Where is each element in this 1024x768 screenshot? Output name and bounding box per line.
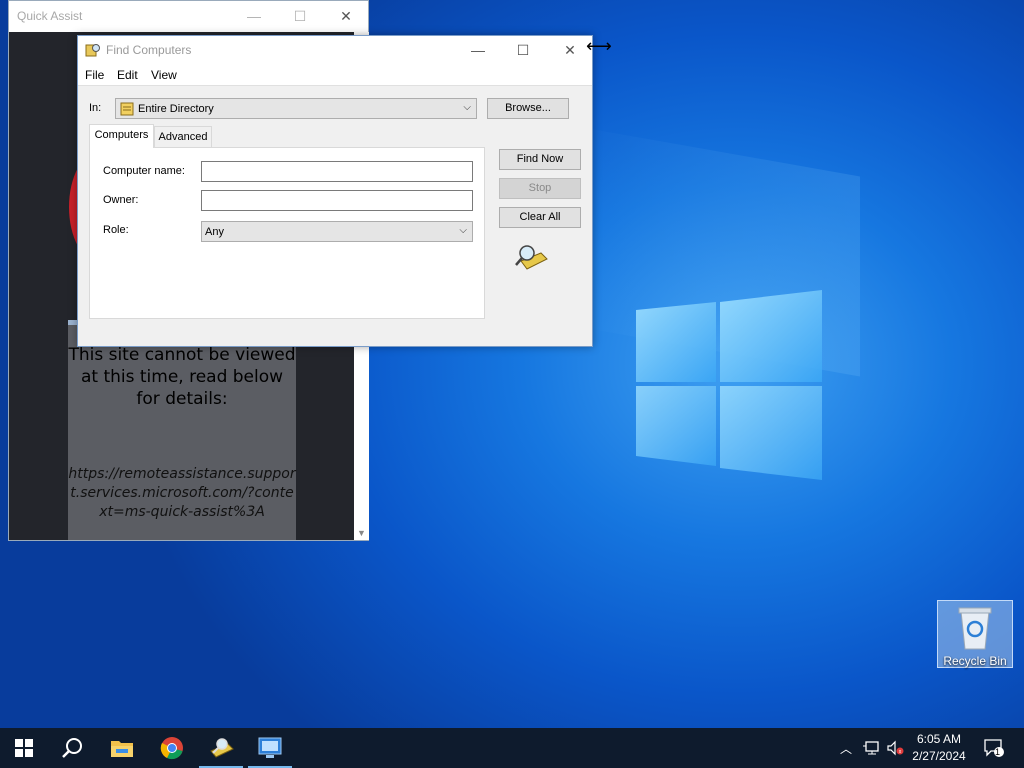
find-computers-window: Find Computers — ☐ ✕ File Edit View In: … (77, 35, 593, 347)
resize-cursor-icon: ⟷ (586, 36, 612, 56)
owner-label: Owner: (103, 194, 139, 206)
error-panel: This site cannot be viewed at this time,… (68, 320, 296, 540)
search-icon (62, 738, 82, 758)
chevron-up-icon: ︿ (839, 741, 852, 756)
find-computers-icon (210, 738, 234, 758)
remote-desktop-icon (258, 737, 282, 758)
scroll-down-icon[interactable]: ▼ (357, 528, 366, 538)
menu-file[interactable]: File (85, 68, 104, 82)
error-url[interactable]: https://remoteassistance.support.service… (68, 465, 296, 522)
clear-all-button[interactable]: Clear All (499, 207, 581, 228)
start-icon (15, 739, 33, 757)
windows-logo (636, 290, 822, 480)
find-computers-title: Find Computers (106, 43, 192, 57)
role-dropdown[interactable]: Any ⌵ (201, 221, 473, 242)
stop-button[interactable]: Stop (499, 178, 581, 199)
clock-date: 2/27/2024 (912, 749, 966, 763)
tab-computers[interactable]: Computers (89, 124, 154, 148)
minimize-button[interactable]: — (458, 40, 498, 60)
maximize-button[interactable]: ☐ (503, 40, 543, 60)
recycle-bin-icon (958, 607, 992, 650)
show-hidden-icons-button[interactable]: ︿ (836, 728, 856, 768)
network-button[interactable] (860, 728, 882, 768)
role-dropdown-value: Any (205, 226, 224, 238)
minimize-button[interactable]: — (239, 5, 269, 27)
search-animation-icon (515, 245, 548, 270)
find-computers-icon (85, 44, 100, 57)
error-message: This site cannot be viewed at this time,… (68, 345, 296, 409)
owner-field[interactable] (201, 190, 473, 211)
action-center-icon (984, 739, 1004, 757)
chevron-down-icon: ⌵ (459, 225, 467, 236)
quick-assist-title: Quick Assist (17, 9, 83, 23)
in-dropdown-value: Entire Directory (138, 103, 214, 115)
network-icon (863, 741, 879, 755)
computers-tab-pane: Computer name: Owner: Role: Any ⌵ (89, 147, 485, 319)
file-explorer-icon (111, 741, 133, 757)
remote-desktop-taskbar-button[interactable] (246, 728, 294, 768)
browse-button[interactable]: Browse... (487, 98, 569, 119)
taskbar: ︿ x 6:05 AM 2/27/2024 1 (0, 728, 1024, 768)
start-button[interactable] (0, 728, 48, 768)
menu-bar: File Edit View (78, 64, 592, 86)
close-button[interactable]: ✕ (550, 40, 590, 60)
find-now-button[interactable]: Find Now (499, 149, 581, 170)
in-label: In: (89, 102, 102, 114)
chevron-down-icon: ⌵ (463, 102, 471, 113)
recycle-bin-label: Recycle Bin (943, 654, 1007, 668)
volume-button[interactable]: x (884, 728, 906, 768)
notifications-button[interactable]: 1 (980, 728, 1008, 768)
computer-name-field[interactable] (201, 161, 473, 182)
file-explorer-button[interactable] (98, 728, 146, 768)
computer-name-label: Computer name: (103, 165, 185, 177)
quick-assist-titlebar[interactable]: Quick Assist — ☐ ✕ (9, 1, 368, 32)
chrome-button[interactable] (148, 728, 196, 768)
menu-view[interactable]: View (151, 68, 177, 82)
directory-icon (120, 102, 134, 116)
tab-advanced[interactable]: Advanced (154, 126, 212, 148)
clock-time: 6:05 AM (916, 732, 962, 746)
notification-count: 1 (995, 747, 1001, 757)
role-label: Role: (103, 224, 129, 236)
find-computers-taskbar-button[interactable] (197, 728, 245, 768)
in-dropdown[interactable]: Entire Directory ⌵ (115, 98, 477, 119)
recycle-bin[interactable]: Recycle Bin (937, 600, 1013, 668)
close-button[interactable]: ✕ (331, 5, 361, 27)
menu-edit[interactable]: Edit (117, 68, 138, 82)
maximize-button[interactable]: ☐ (285, 5, 315, 27)
clock[interactable]: 6:05 AM 2/27/2024 (908, 731, 970, 765)
find-computers-titlebar[interactable]: Find Computers — ☐ ✕ (78, 36, 592, 64)
volume-muted-icon: x (887, 740, 904, 756)
chrome-icon (160, 737, 183, 760)
search-button[interactable] (48, 728, 96, 768)
